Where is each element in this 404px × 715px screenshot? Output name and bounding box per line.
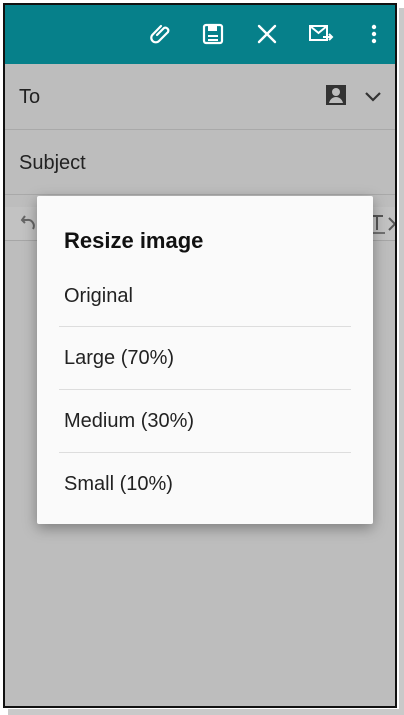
send-icon[interactable] (306, 19, 336, 49)
chevron-right-icon[interactable] (387, 216, 395, 232)
save-icon[interactable] (198, 19, 228, 49)
undo-icon[interactable] (19, 213, 37, 233)
divider (59, 452, 351, 453)
divider (59, 389, 351, 390)
paperclip-icon[interactable] (146, 19, 176, 49)
subject-label: Subject (19, 152, 86, 174)
action-bar (5, 5, 395, 64)
dialog-title: Resize image (64, 228, 204, 253)
screenshot-shadow-right (399, 8, 404, 711)
resize-image-dialog: Resize image Original Large (70%) Medium… (37, 196, 373, 524)
option-label: Original (64, 285, 133, 307)
divider (59, 326, 351, 327)
screenshot-shadow-bottom (8, 709, 404, 715)
option-small[interactable]: Small (10%) (59, 455, 351, 517)
more-vertical-icon[interactable] (359, 19, 389, 49)
to-label: To (19, 86, 41, 108)
option-medium[interactable]: Medium (30%) (59, 392, 351, 454)
contact-picker-icon[interactable] (325, 84, 349, 108)
close-icon[interactable] (252, 19, 282, 49)
option-large[interactable]: Large (70%) (59, 329, 351, 391)
subject-field-row[interactable]: Subject (5, 130, 395, 195)
option-original[interactable]: Original (59, 267, 351, 329)
phone-screen: To Subject Resize image Original Large (… (3, 3, 397, 708)
option-label: Small (10%) (64, 473, 173, 495)
chevron-down-icon[interactable] (363, 86, 385, 108)
to-field-row[interactable]: To (5, 64, 395, 130)
option-label: Medium (30%) (64, 410, 195, 432)
option-label: Large (70%) (64, 347, 175, 369)
